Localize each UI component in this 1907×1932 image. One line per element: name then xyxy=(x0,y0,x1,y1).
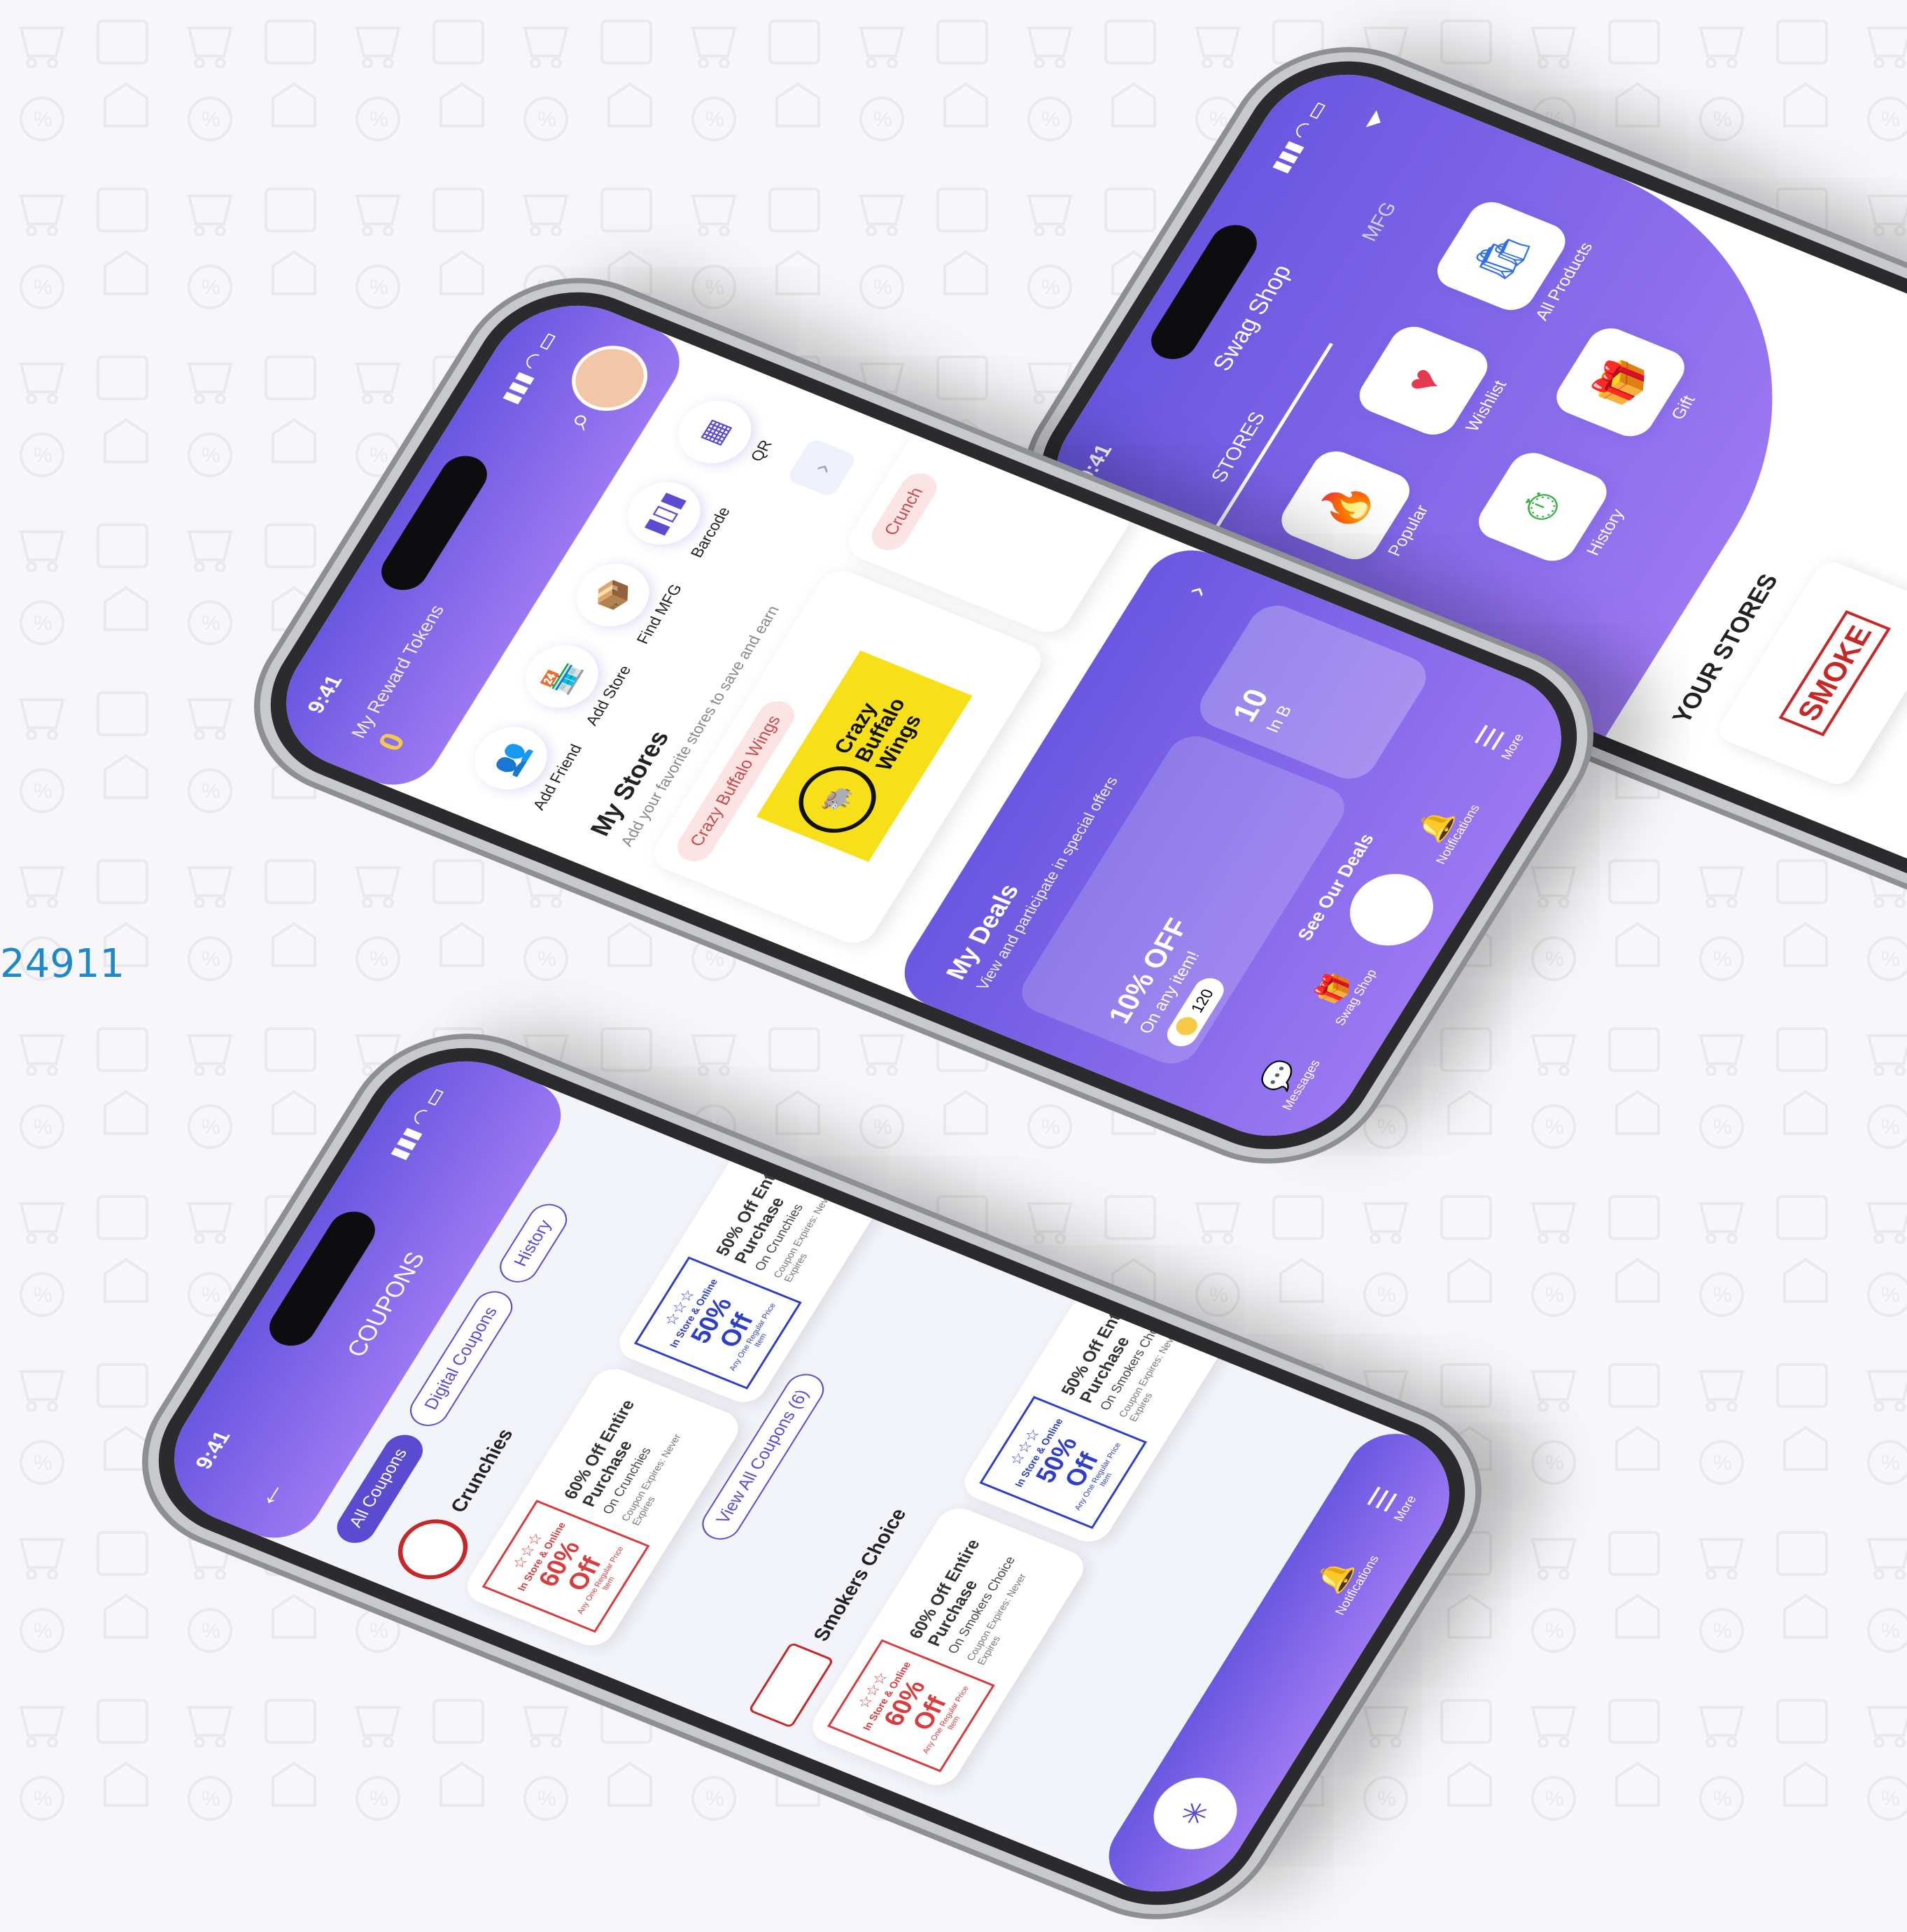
store-logo: SMOKE xyxy=(1778,609,1892,737)
coupon-card[interactable]: ☆☆☆ In Store & Online 60% Off Any One Re… xyxy=(804,1502,1092,1791)
store-logo: 🐃 Crazy Buffalo Wings xyxy=(757,650,973,862)
nav-messages[interactable]: 💬 Messages xyxy=(1239,1031,1332,1127)
center-fab[interactable]: ✳ xyxy=(1139,1766,1252,1861)
buffalo-icon: 🐃 xyxy=(784,755,890,844)
store-logo xyxy=(385,1509,481,1589)
nav-more[interactable]: ☰ More xyxy=(1360,1481,1420,1523)
deal-token-value: 120 xyxy=(1187,987,1218,1015)
tile-wishlist[interactable]: ♥ Wishlist xyxy=(1351,320,1522,451)
store-tag: Crunch xyxy=(865,467,943,556)
nav-swag-shop[interactable]: 🎁 Swag Shop xyxy=(1294,944,1387,1039)
deals-next-icon[interactable]: › xyxy=(1180,581,1214,600)
swag-tile-grid: 🔥 Popular ♥ Wishlist 🛍 All Products ⏱ Hi… xyxy=(1262,178,1769,658)
nav-more[interactable]: ☰ More xyxy=(1451,693,1543,789)
nav-notifications[interactable]: 🔔 Notifications xyxy=(1396,780,1489,875)
store-name: Crunchies xyxy=(446,1425,518,1516)
tile-gift[interactable]: 🎁 Gift xyxy=(1548,322,1719,453)
tab-mfg-label: MFG xyxy=(1357,199,1401,244)
tile-history[interactable]: ⏱ History xyxy=(1470,446,1641,577)
filter-icon[interactable]: ⏷ xyxy=(1355,105,1396,136)
search-icon[interactable]: ⌕ xyxy=(558,406,600,434)
tab-stores-label: STORES xyxy=(1206,409,1269,486)
tile-popular[interactable]: 🔥 Popular xyxy=(1273,445,1444,576)
token-coin-icon xyxy=(1172,1014,1202,1038)
nav-notifications[interactable]: 🔔 Notifications xyxy=(1301,1541,1382,1617)
tile-all-products[interactable]: 🛍 All Products xyxy=(1429,195,1600,327)
store-card[interactable]: SMOKE xyxy=(1713,557,1907,789)
edge-number-text: 24911 xyxy=(0,941,125,987)
carousel-next-icon[interactable]: › xyxy=(785,437,858,498)
